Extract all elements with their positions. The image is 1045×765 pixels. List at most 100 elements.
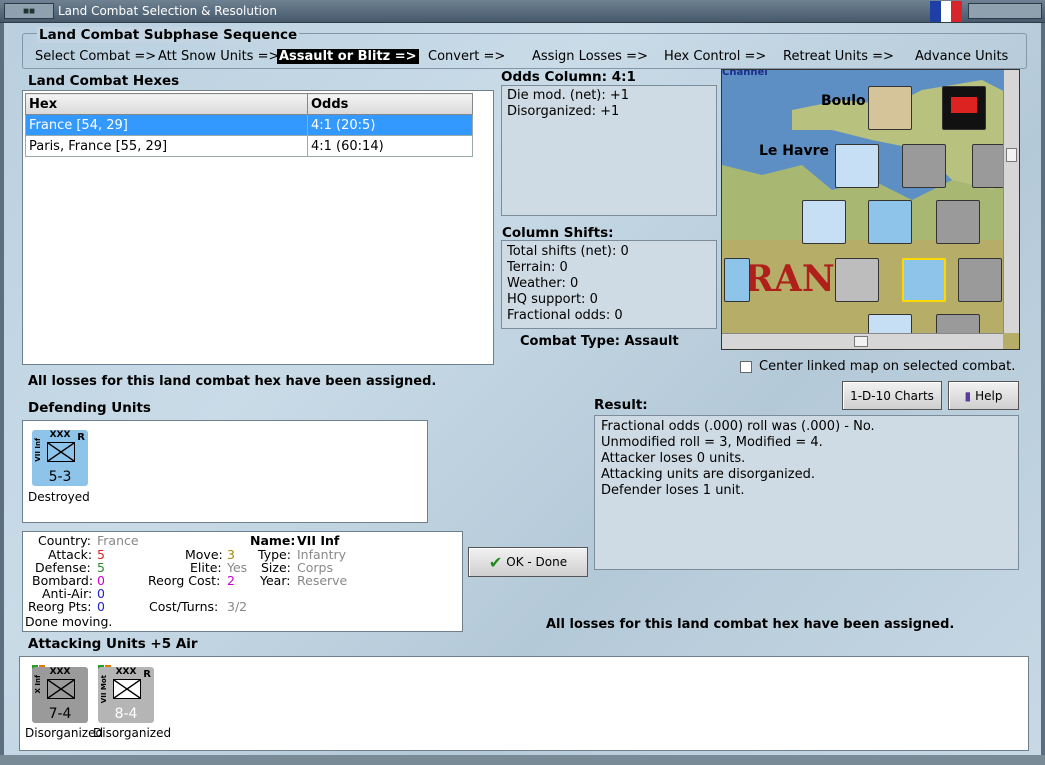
hex-cell: France [54, 29] (25, 114, 308, 136)
odds-line: Die mod. (net): +1 (507, 88, 630, 103)
map-counter[interactable] (724, 258, 750, 302)
odds-cell: 4:1 (20:5) (307, 114, 473, 136)
map-vertical-scrollbar[interactable] (1003, 70, 1019, 333)
combat-map[interactable]: Channel Boulo Le Havre RANC (721, 69, 1020, 350)
reorg-value: 0 (97, 599, 105, 614)
result-line: Defender loses 1 unit. (601, 483, 745, 498)
motorized-infantry-symbol-icon (113, 679, 141, 699)
map-counter[interactable] (868, 200, 912, 244)
seq-step-advance-units[interactable]: Advance Units (915, 49, 1008, 64)
map-counter[interactable] (835, 258, 879, 302)
name-value: VII Inf (297, 533, 340, 548)
unit-name: VII Inf (34, 438, 42, 462)
help-book-icon: ▮ (964, 388, 972, 403)
title-bar: ■■ Land Combat Selection & Resolution (0, 0, 1045, 23)
unit-value: 7-4 (48, 706, 72, 722)
seq-step-select-combat[interactable]: Select Combat => (35, 49, 156, 64)
country-label: Country: (38, 533, 91, 548)
system-menu-button[interactable]: ■■ (4, 3, 54, 19)
unit-name: X Inf (34, 675, 42, 694)
unit-flag: R (143, 669, 151, 680)
col-odds[interactable]: Odds (307, 93, 473, 115)
seq-step-retreat-units[interactable]: Retreat Units => (783, 49, 894, 64)
result-line: Unmodified roll = 3, Modified = 4. (601, 435, 823, 450)
attacking-unit-counter[interactable]: XXX X Inf 7-4 (32, 667, 88, 723)
seq-step-convert[interactable]: Convert => (428, 49, 505, 64)
table-header: Hex Odds (25, 93, 473, 115)
defending-unit-counter[interactable]: XXX VII Inf R 5-3 (32, 430, 88, 486)
odds-line: Disorganized: +1 (507, 104, 620, 119)
seq-step-hex-control[interactable]: Hex Control => (664, 49, 766, 64)
charts-button[interactable]: 1-D-10 Charts (842, 381, 942, 410)
unit-name: VII Mot (100, 675, 108, 704)
losses-message: All losses for this land combat hex have… (28, 374, 437, 389)
shift-line: Fractional odds: 0 (507, 308, 623, 323)
unit-status-dots (98, 659, 112, 671)
done-moving: Done moving. (25, 614, 113, 629)
unit-status: Destroyed (28, 490, 90, 504)
map-counter[interactable] (835, 144, 879, 188)
help-label: Help (975, 388, 1003, 403)
window-controls[interactable] (968, 3, 1042, 19)
unit-status: Disorganized (93, 726, 172, 740)
infantry-symbol-icon (47, 442, 75, 462)
reorg-label: Reorg Pts: (28, 599, 92, 614)
map-horizontal-scrollbar[interactable] (722, 333, 1003, 349)
map-label: Boulo (821, 93, 866, 109)
year-label: Year: (260, 573, 291, 588)
sequence-title: Land Combat Subphase Sequence (37, 27, 300, 43)
defending-title: Defending Units (28, 400, 151, 416)
map-counter[interactable] (868, 86, 912, 130)
seq-step-assault-blitz[interactable]: Assault or Blitz => (277, 49, 419, 64)
odds-cell: 4:1 (60:14) (307, 135, 473, 157)
name-label: Name: (250, 533, 296, 548)
map-label: Le Havre (759, 143, 829, 159)
center-map-checkbox[interactable] (740, 361, 752, 373)
map-counter[interactable] (936, 200, 980, 244)
attacking-unit-counter[interactable]: XXX VII Mot R 8-4 (98, 667, 154, 723)
col-hex[interactable]: Hex (25, 93, 308, 115)
result-title: Result: (594, 397, 648, 413)
odds-title: Odds Column: 4:1 (501, 69, 636, 85)
unit-value: 8-4 (114, 706, 138, 722)
seq-step-att-snow[interactable]: Att Snow Units => (158, 49, 279, 64)
result-line: Fractional odds (.000) roll was (.000) -… (601, 419, 875, 434)
table-row[interactable]: Paris, France [55, 29] 4:1 (60:14) (25, 135, 473, 157)
result-line: Attacker loses 0 units. (601, 451, 746, 466)
map-counter[interactable] (958, 258, 1002, 302)
hexes-table: Hex Odds France [54, 29] 4:1 (20:5) Pari… (25, 93, 473, 157)
map-label: Channel (722, 69, 768, 78)
costturns-label: Cost/Turns: (149, 599, 219, 614)
shift-line: Total shifts (net): 0 (507, 244, 629, 259)
seq-step-assign-losses[interactable]: Assign Losses => (532, 49, 648, 64)
infantry-symbol-icon (47, 679, 75, 699)
attacking-title: Attacking Units +5 Air (28, 636, 198, 652)
help-button[interactable]: ▮ Help (948, 381, 1019, 410)
result-line: Attacking units are disorganized. (601, 467, 815, 482)
reorgcost-value: 2 (227, 573, 235, 588)
hex-cell: Paris, France [55, 29] (25, 135, 308, 157)
map-counter[interactable] (942, 86, 986, 130)
map-counter[interactable] (902, 144, 946, 188)
checkmark-icon: ✔ (488, 552, 503, 572)
table-row[interactable]: France [54, 29] 4:1 (20:5) (25, 114, 473, 136)
unit-status: Disorganized (25, 726, 104, 740)
losses-message-2: All losses for this land combat hex have… (546, 617, 955, 632)
shift-line: Weather: 0 (507, 276, 579, 291)
reorgcost-label: Reorg Cost: (148, 573, 221, 588)
combat-type: Combat Type: Assault (520, 334, 679, 349)
ok-done-button[interactable]: ✔ OK - Done (468, 547, 588, 577)
hexes-title: Land Combat Hexes (28, 73, 180, 89)
year-value: Reserve (297, 573, 348, 588)
shifts-title: Column Shifts: (502, 225, 614, 241)
costturns-value: 3/2 (227, 599, 248, 614)
ok-done-label: OK - Done (506, 555, 568, 569)
bottom-border (0, 755, 1045, 765)
map-counter[interactable] (802, 200, 846, 244)
map-counter[interactable] (902, 258, 946, 302)
window-title: Land Combat Selection & Resolution (58, 4, 277, 18)
unit-flag: R (77, 432, 85, 443)
shift-line: Terrain: 0 (507, 260, 568, 275)
unit-value: 5-3 (48, 469, 72, 485)
shift-line: HQ support: 0 (507, 292, 598, 307)
